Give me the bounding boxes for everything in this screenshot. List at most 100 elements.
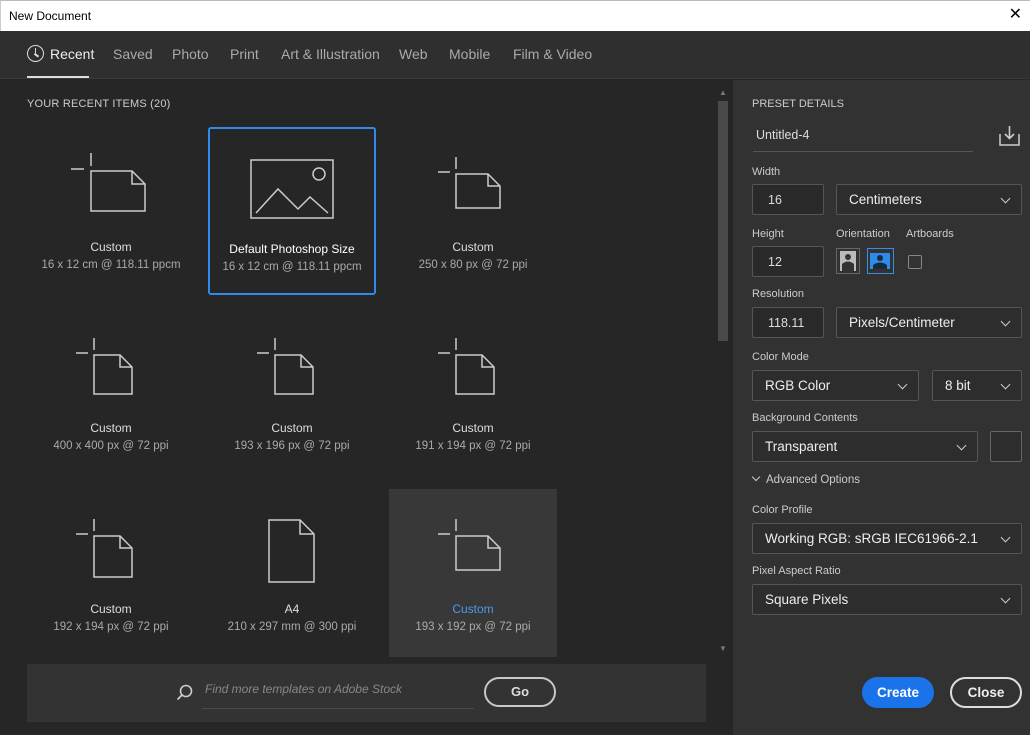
item-dimensions: 192 x 194 px @ 72 ppi: [53, 621, 169, 633]
recent-item[interactable]: Custom 400 x 400 px @ 72 ppi: [27, 308, 195, 476]
recent-item[interactable]: Custom 193 x 196 px @ 72 ppi: [208, 308, 376, 476]
document-name-field[interactable]: Untitled-4: [753, 122, 973, 152]
resolution-unit-select[interactable]: Pixels/Centimeter: [836, 307, 1022, 338]
advanced-options-label: Advanced Options: [766, 474, 860, 486]
color-profile-select[interactable]: Working RGB: sRGB IEC61966-2.1: [752, 523, 1022, 554]
pixel-aspect-ratio-select[interactable]: Square Pixels: [752, 584, 1022, 615]
color-mode-label: Color Mode: [752, 351, 809, 363]
item-dimensions: 193 x 196 px @ 72 ppi: [234, 440, 350, 452]
active-tab-indicator: [27, 76, 89, 78]
tab-art-illustration[interactable]: Art & Illustration: [281, 46, 380, 62]
resolution-label: Resolution: [752, 288, 804, 300]
item-dimensions: 16 x 12 cm @ 118.11 ppcm: [41, 259, 181, 271]
background-contents-select[interactable]: Transparent: [752, 431, 978, 462]
color-profile-label: Color Profile: [752, 504, 813, 516]
recent-item[interactable]: Custom 193 x 192 px @ 72 ppi: [389, 489, 557, 657]
pixel-aspect-ratio-label: Pixel Aspect Ratio: [752, 565, 841, 577]
recent-item[interactable]: Default Photoshop Size 16 x 12 cm @ 118.…: [208, 127, 376, 295]
width-unit-value: Centimeters: [849, 192, 922, 207]
portrait-person-icon: [840, 251, 856, 271]
pixel-aspect-ratio-value: Square Pixels: [765, 592, 849, 607]
item-dimensions: 16 x 12 cm @ 118.11 ppcm: [222, 261, 362, 273]
item-name: Custom: [271, 421, 313, 435]
item-name: Custom: [452, 602, 494, 616]
item-name: Custom: [452, 240, 494, 254]
tab-recent[interactable]: Recent: [50, 46, 94, 62]
preset-details-header: PRESET DETAILS: [752, 98, 844, 110]
chevron-down-icon: [897, 379, 908, 390]
search-field: [202, 676, 474, 709]
landscape-doc-icon: [71, 153, 146, 212]
width-input[interactable]: 16: [752, 184, 824, 215]
portrait-doc-icon: [257, 338, 314, 395]
height-label: Height: [752, 228, 784, 240]
item-dimensions: 250 x 80 px @ 72 ppi: [418, 259, 528, 271]
scroll-thumb[interactable]: [718, 101, 728, 341]
orientation-label: Orientation: [836, 228, 890, 240]
photo-icon: [250, 159, 334, 219]
color-mode-select[interactable]: RGB Color: [752, 370, 919, 401]
window-close-button[interactable]: ✕: [1009, 5, 1022, 25]
portrait-doc-icon: [76, 338, 133, 395]
artboards-checkbox[interactable]: [908, 255, 922, 269]
window-title: New Document: [9, 9, 92, 23]
chevron-down-icon: [751, 472, 761, 482]
item-name: Custom: [90, 421, 132, 435]
search-icon: [176, 684, 193, 701]
tab-photo[interactable]: Photo: [172, 46, 209, 62]
go-button[interactable]: Go: [484, 677, 556, 707]
chevron-down-icon: [1000, 593, 1011, 604]
item-dimensions: 193 x 192 px @ 72 ppi: [415, 621, 531, 633]
recent-item[interactable]: A4 210 x 297 mm @ 300 ppi: [208, 489, 376, 657]
width-label: Width: [752, 166, 781, 178]
bit-depth-value: 8 bit: [945, 378, 971, 393]
item-name: Custom: [452, 421, 494, 435]
item-dimensions: 191 x 194 px @ 72 ppi: [415, 440, 531, 452]
create-button[interactable]: Create: [862, 677, 934, 708]
save-preset-icon[interactable]: [998, 124, 1022, 148]
close-button[interactable]: Close: [950, 677, 1022, 708]
scroll-down-arrow-icon[interactable]: ▼: [719, 644, 727, 653]
color-profile-value: Working RGB: sRGB IEC61966-2.1: [765, 531, 978, 546]
recent-item[interactable]: Custom 191 x 194 px @ 72 ppi: [389, 308, 557, 476]
tab-mobile[interactable]: Mobile: [449, 46, 490, 62]
portrait-orientation-button[interactable]: [836, 248, 860, 274]
tab-web[interactable]: Web: [399, 46, 428, 62]
bit-depth-select[interactable]: 8 bit: [932, 370, 1022, 401]
search-input[interactable]: [205, 682, 473, 696]
item-dimensions: 210 x 297 mm @ 300 ppi: [227, 621, 357, 633]
tab-film-video[interactable]: Film & Video: [513, 46, 592, 62]
resolution-input[interactable]: 118.11: [752, 307, 824, 338]
width-unit-select[interactable]: Centimeters: [836, 184, 1022, 215]
clock-icon: [27, 45, 44, 62]
chevron-down-icon: [956, 440, 967, 451]
recent-item[interactable]: Custom 192 x 194 px @ 72 ppi: [27, 489, 195, 657]
landscape-doc-icon: [438, 157, 501, 209]
tab-print[interactable]: Print: [230, 46, 259, 62]
item-name: Default Photoshop Size: [229, 242, 355, 256]
page-icon: [268, 519, 315, 583]
color-mode-value: RGB Color: [765, 378, 831, 393]
landscape-doc-icon: [438, 519, 501, 571]
title-bar: New Document ✕: [0, 0, 1030, 31]
background-contents-label: Background Contents: [752, 412, 858, 424]
recent-item[interactable]: Custom 250 x 80 px @ 72 ppi: [389, 127, 557, 295]
item-name: Custom: [90, 602, 132, 616]
chevron-down-icon: [1000, 316, 1011, 327]
landscape-orientation-button[interactable]: [867, 248, 894, 274]
tab-saved[interactable]: Saved: [113, 46, 153, 62]
landscape-person-icon: [870, 253, 890, 269]
category-tabs: Recent Saved Photo Print Art & Illustrat…: [0, 31, 1030, 79]
portrait-doc-icon: [76, 519, 133, 578]
background-color-swatch[interactable]: [990, 431, 1022, 462]
height-input[interactable]: 12: [752, 246, 824, 277]
scroll-up-arrow-icon[interactable]: ▲: [719, 88, 727, 97]
resolution-unit-value: Pixels/Centimeter: [849, 315, 955, 330]
chevron-down-icon: [1000, 193, 1011, 204]
chevron-down-icon: [1000, 532, 1011, 543]
recent-items-scrollbar[interactable]: ▲ ▼: [716, 84, 730, 658]
advanced-options-toggle[interactable]: Advanced Options: [751, 472, 860, 486]
recent-items-header: YOUR RECENT ITEMS (20): [27, 98, 171, 110]
recent-item[interactable]: Custom 16 x 12 cm @ 118.11 ppcm: [27, 127, 195, 295]
item-name: A4: [284, 602, 300, 616]
